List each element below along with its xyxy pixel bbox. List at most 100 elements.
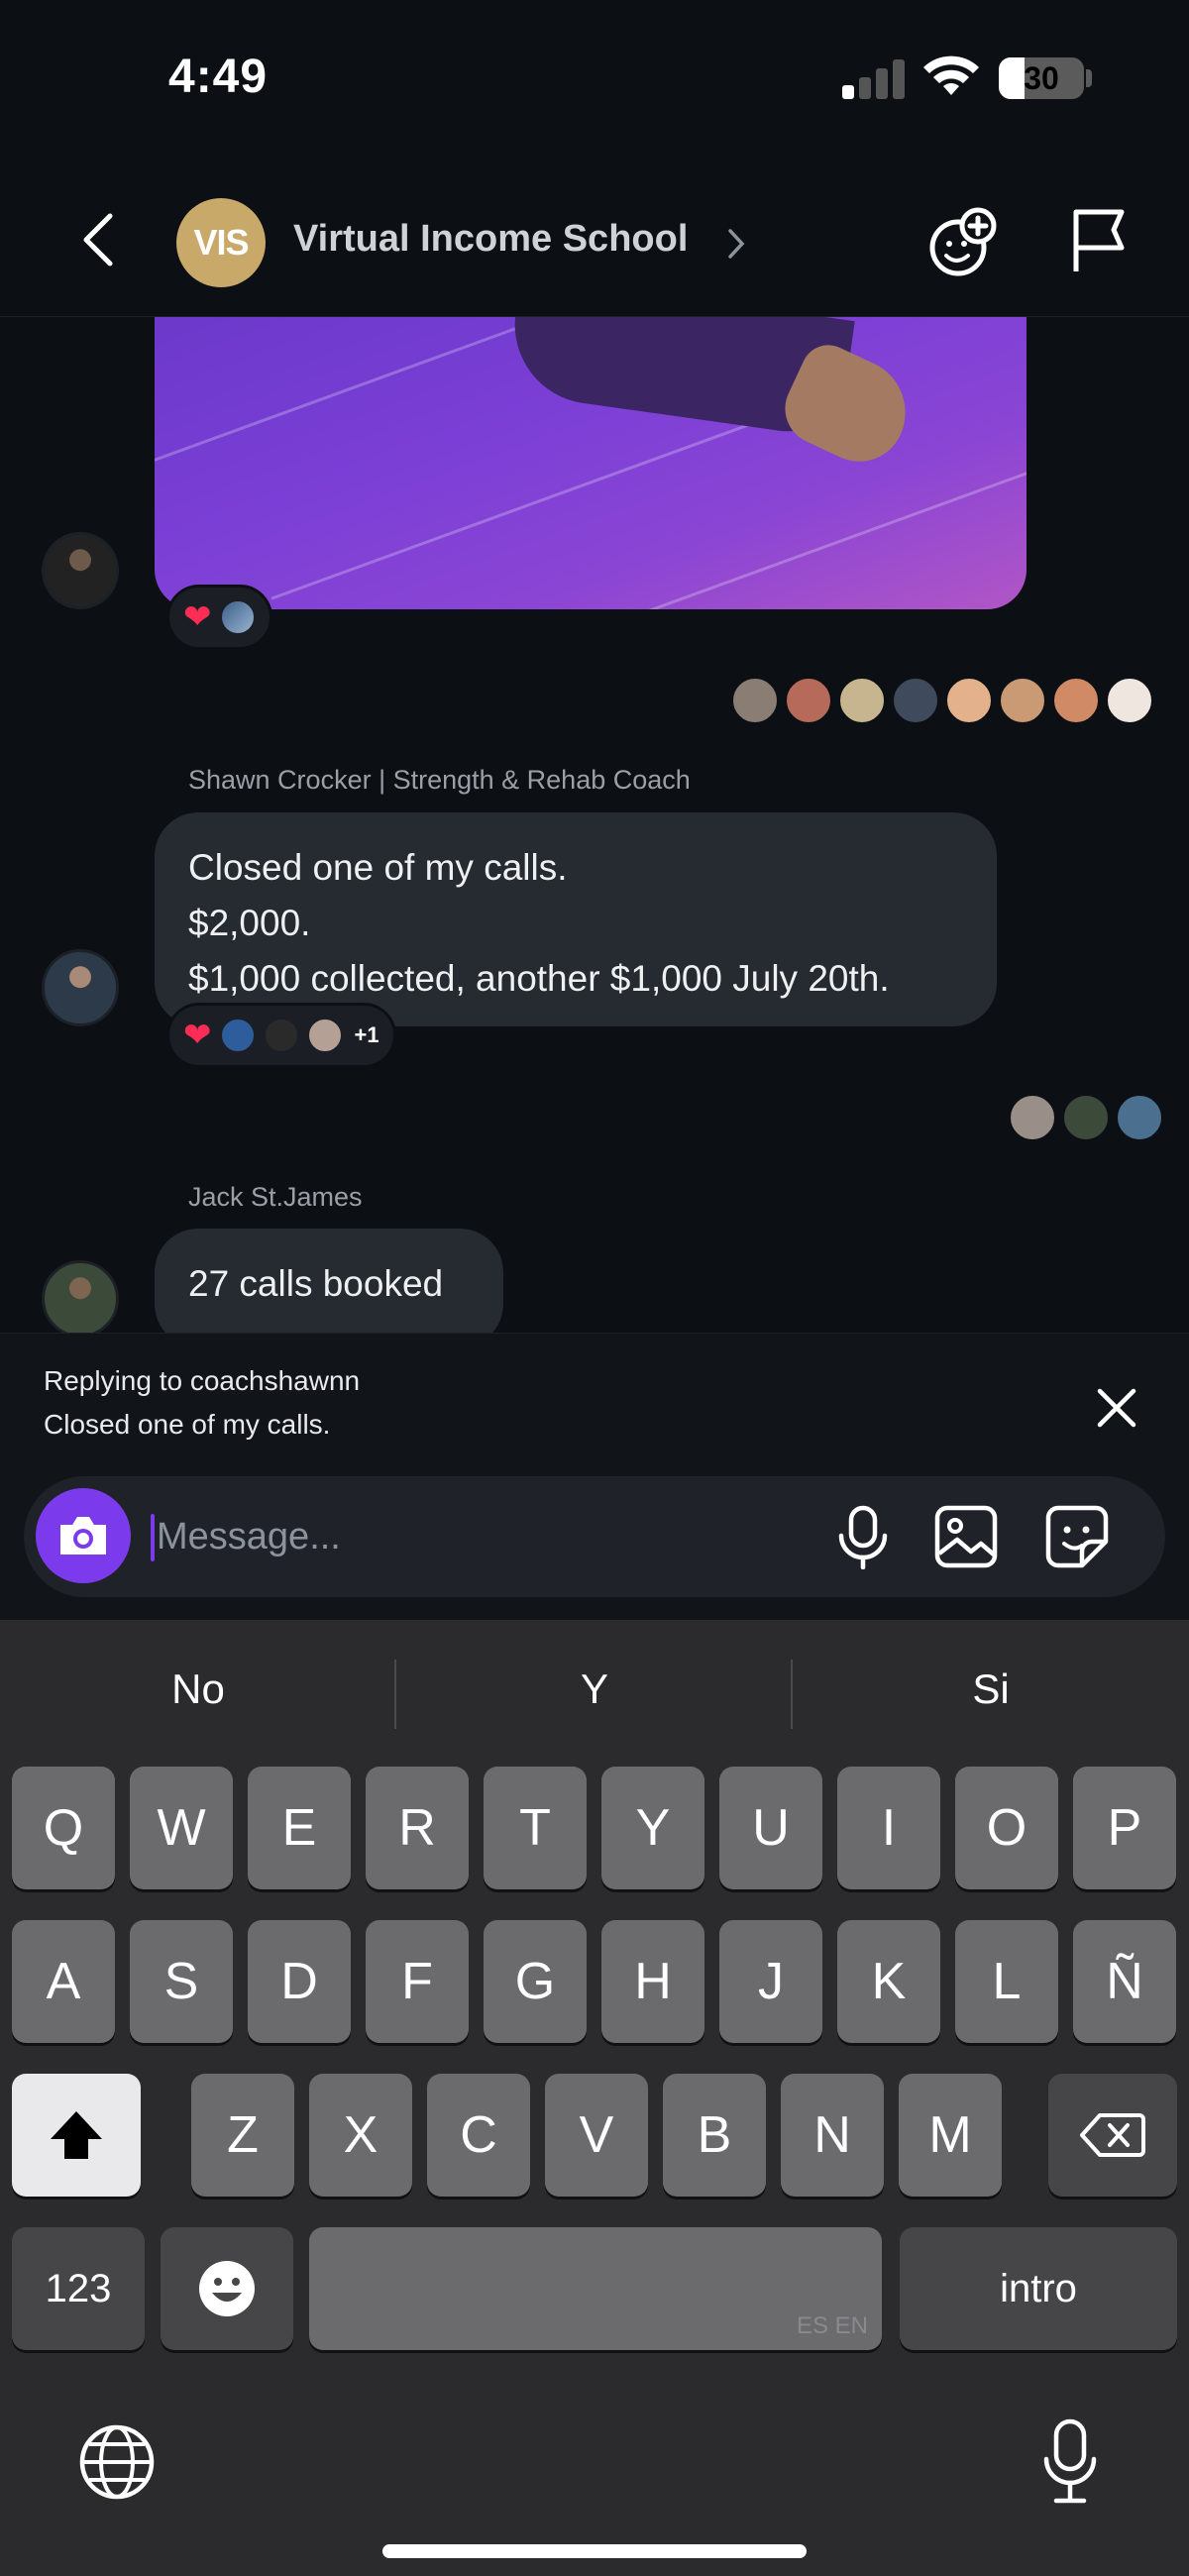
key-v[interactable]: V <box>545 2074 648 2197</box>
sender-avatar[interactable] <box>42 532 119 609</box>
reader-avatar <box>731 677 779 724</box>
battery-icon: 30 <box>999 57 1084 99</box>
message-bubble[interactable]: Closed one of my calls. $2,000. $1,000 c… <box>155 812 997 1026</box>
close-icon[interactable] <box>1092 1383 1141 1433</box>
space-key[interactable]: ES EN <box>309 2227 882 2350</box>
reply-label: Replying to coachshawnn <box>44 1365 361 1396</box>
message-line: $2,000. <box>188 903 311 943</box>
gallery-icon[interactable] <box>933 1504 999 1569</box>
read-receipts[interactable] <box>731 677 1153 724</box>
key-r[interactable]: R <box>366 1767 469 1889</box>
delete-key[interactable] <box>1048 2074 1177 2197</box>
reader-avatar <box>999 677 1046 724</box>
numbers-key[interactable]: 123 <box>12 2227 145 2350</box>
backspace-icon <box>1080 2113 1145 2157</box>
key-m[interactable]: M <box>899 2074 1002 2197</box>
message-composer[interactable] <box>24 1476 1165 1597</box>
status-bar: 4:49 30 <box>0 0 1189 149</box>
shift-icon <box>51 2111 102 2159</box>
key-w[interactable]: W <box>130 1767 233 1889</box>
cellular-signal-icon <box>842 57 906 99</box>
reader-avatar <box>1009 1094 1056 1141</box>
key-n[interactable]: N <box>781 2074 884 2197</box>
battery-percent: 30 <box>1024 60 1059 96</box>
reader-avatar <box>945 677 993 724</box>
camera-button[interactable] <box>36 1488 131 1583</box>
message-line: Closed one of my calls. <box>188 847 568 888</box>
return-key[interactable]: intro <box>900 2227 1177 2350</box>
key-t[interactable]: T <box>484 1767 587 1889</box>
key-d[interactable]: D <box>248 1920 351 2043</box>
message-list[interactable]: ❤ Shawn Crocker | Strength & Rehab Coach… <box>0 317 1189 1333</box>
message-line: $1,000 collected, another $1,000 July 20… <box>188 958 890 999</box>
suggestion[interactable]: Y <box>396 1620 793 1759</box>
key-e[interactable]: E <box>248 1767 351 1889</box>
heart-reaction-icon: ❤ <box>183 598 212 636</box>
chat-header: VIS Virtual Income School <box>0 149 1189 317</box>
heart-reaction-icon: ❤ <box>183 1017 212 1054</box>
key-f[interactable]: F <box>366 1920 469 2043</box>
key-q[interactable]: Q <box>12 1767 115 1889</box>
home-indicator <box>382 2544 807 2558</box>
key-x[interactable]: X <box>309 2074 412 2197</box>
suggestion[interactable]: No <box>0 1620 396 1759</box>
suggestion-bar: No Y Si <box>0 1620 1189 1759</box>
shift-key[interactable] <box>12 2074 141 2197</box>
reactor-avatar <box>263 1018 299 1053</box>
back-icon[interactable] <box>74 210 124 269</box>
key-z[interactable]: Z <box>191 2074 294 2197</box>
reactor-avatar <box>219 599 256 635</box>
reaction-summary[interactable]: ❤ +1 <box>166 1003 396 1068</box>
key-a[interactable]: A <box>12 1920 115 2043</box>
image-message[interactable] <box>155 317 1027 609</box>
key-u[interactable]: U <box>719 1767 822 1889</box>
group-name[interactable]: Virtual Income School <box>293 218 688 261</box>
message-bubble[interactable]: 27 calls booked <box>155 1229 503 1333</box>
key-b[interactable]: B <box>663 2074 766 2197</box>
microphone-icon[interactable] <box>831 1504 895 1569</box>
reader-avatar <box>785 677 832 724</box>
key-o[interactable]: O <box>955 1767 1058 1889</box>
keyboard: No Y Si Q W E R T Y U I O P A S D F G H … <box>0 1620 1189 2576</box>
sender-name: Shawn Crocker | Strength & Rehab Coach <box>188 765 691 795</box>
group-avatar[interactable]: VIS <box>176 198 266 287</box>
key-j[interactable]: J <box>719 1920 822 2043</box>
key-p[interactable]: P <box>1073 1767 1176 1889</box>
key-k[interactable]: K <box>837 1920 940 2043</box>
read-receipts[interactable] <box>1009 1094 1163 1141</box>
sender-name: Jack St.James <box>188 1182 363 1212</box>
globe-icon[interactable] <box>77 2422 157 2502</box>
message-input[interactable] <box>157 1506 801 1567</box>
key-i[interactable]: I <box>837 1767 940 1889</box>
dictation-mic-icon[interactable] <box>1038 2417 1102 2507</box>
status-time: 4:49 <box>168 51 269 103</box>
reader-avatar <box>838 677 886 724</box>
key-y[interactable]: Y <box>601 1767 704 1889</box>
key-n-tilde[interactable]: Ñ <box>1073 1920 1176 2043</box>
key-g[interactable]: G <box>484 1920 587 2043</box>
reply-preview: Replying to coachshawnn Closed one of my… <box>0 1333 1189 1476</box>
text-caret <box>151 1514 155 1561</box>
camera-icon <box>60 1517 106 1555</box>
wifi-icon <box>923 55 979 95</box>
chevron-right-icon[interactable] <box>725 226 747 262</box>
sticker-icon[interactable] <box>1044 1504 1110 1569</box>
composer-area <box>0 1476 1189 1620</box>
emoji-icon <box>199 2261 255 2316</box>
sender-avatar[interactable] <box>42 1260 119 1333</box>
emoji-key[interactable] <box>161 2227 293 2350</box>
suggestion[interactable]: Si <box>793 1620 1189 1759</box>
key-c[interactable]: C <box>427 2074 530 2197</box>
add-reaction-icon[interactable] <box>926 206 1000 279</box>
reaction-summary[interactable]: ❤ <box>166 585 272 650</box>
key-h[interactable]: H <box>601 1920 704 2043</box>
message-line: 27 calls booked <box>188 1263 444 1304</box>
reader-avatar <box>892 677 939 724</box>
key-s[interactable]: S <box>130 1920 233 2043</box>
flag-icon[interactable] <box>1068 206 1130 275</box>
reader-avatar <box>1062 1094 1110 1141</box>
reactor-avatar <box>219 1018 256 1053</box>
key-l[interactable]: L <box>955 1920 1058 2043</box>
reply-message: Closed one of my calls. <box>44 1409 331 1440</box>
sender-avatar[interactable] <box>42 949 119 1026</box>
